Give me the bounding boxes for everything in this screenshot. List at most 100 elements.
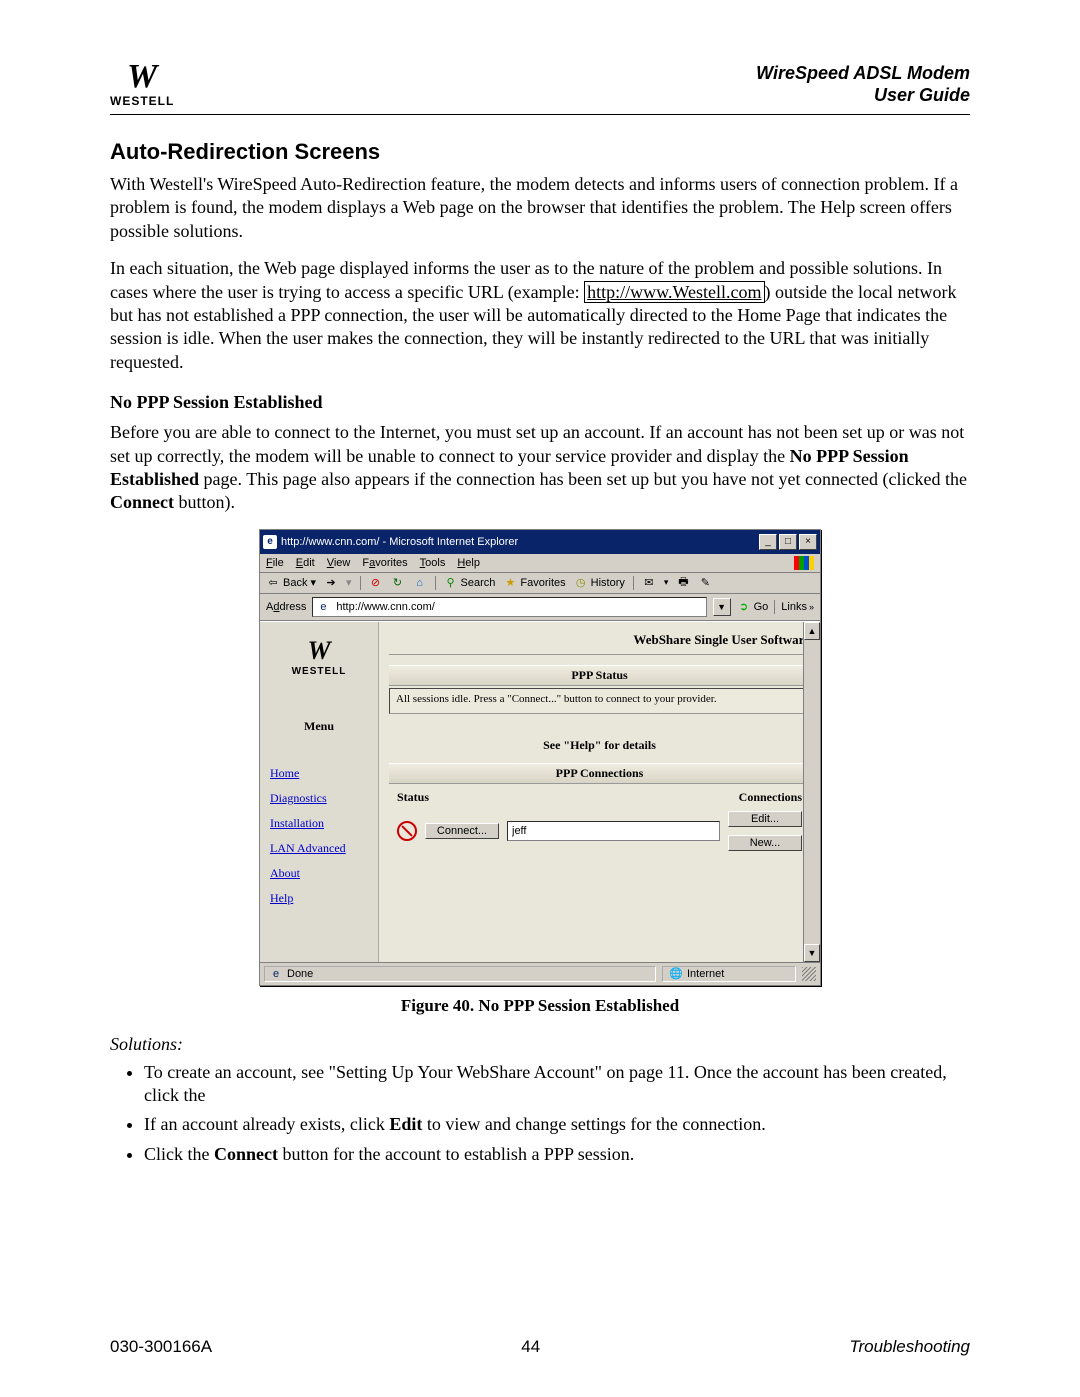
browser-toolbar: ⇦Back ▾ ➔ ▾ ⊘ ↻ ⌂ ⚲Search ★Favorites ◷Hi… xyxy=(260,573,820,594)
browser-titlebar: e http://www.cnn.com/ - Microsoft Intern… xyxy=(260,530,820,554)
links-label: Links xyxy=(781,601,807,613)
doc-title-line1: WireSpeed ADSL Modem xyxy=(756,63,970,83)
nav-home[interactable]: Home xyxy=(270,766,368,781)
no-ppp-paragraph: Before you are able to connect to the In… xyxy=(110,421,970,515)
menu-tools[interactable]: Tools xyxy=(420,557,446,569)
webshare-logo-text: WESTELL xyxy=(292,666,347,677)
solution-item-3: Click the Connect button for the account… xyxy=(144,1143,970,1166)
col-connections: Connections xyxy=(739,790,802,805)
address-dropdown[interactable]: ▼ xyxy=(713,598,731,616)
back-button[interactable]: ⇦Back ▾ xyxy=(266,576,316,590)
address-bar-row: Address e ▼ ➲Go Links » xyxy=(260,594,820,621)
s2c: to view and change settings for the conn… xyxy=(422,1114,765,1134)
address-input[interactable] xyxy=(334,600,702,614)
back-icon: ⇦ xyxy=(266,576,280,590)
menu-view[interactable]: View xyxy=(327,557,351,569)
new-button[interactable]: New... xyxy=(728,835,802,851)
links-button[interactable]: Links » xyxy=(781,601,814,613)
p3d: Connect xyxy=(110,492,174,512)
browser-content: W WESTELL Menu Home Diagnostics Installa… xyxy=(260,621,820,962)
page-header: W WESTELL WireSpeed ADSL Modem User Guid… xyxy=(110,60,970,115)
browser-statusbar: e Done 🌐 Internet xyxy=(260,962,820,985)
stop-button[interactable]: ⊘ xyxy=(369,576,383,590)
address-input-wrap[interactable]: e xyxy=(312,597,706,617)
intro-paragraph-1: With Westell's WireSpeed Auto-Redirectio… xyxy=(110,173,970,243)
sidebar-menu-label: Menu xyxy=(260,692,378,762)
maximize-button[interactable]: □ xyxy=(779,534,797,550)
favorites-icon: ★ xyxy=(503,576,517,590)
home-button[interactable]: ⌂ xyxy=(413,576,427,590)
go-label: Go xyxy=(754,601,769,613)
webshare-sidebar: W WESTELL Menu Home Diagnostics Installa… xyxy=(260,622,379,962)
favorites-label: Favorites xyxy=(520,577,565,589)
webshare-main: WebShare Single User Software PPP Status… xyxy=(379,622,820,962)
page-footer: 030-300166A 44 Troubleshooting xyxy=(110,1337,970,1357)
scroll-up-icon[interactable]: ▲ xyxy=(804,622,820,640)
nav-installation[interactable]: Installation xyxy=(270,816,368,831)
p3c: page. This page also appears if the conn… xyxy=(199,469,967,489)
internet-zone-icon: 🌐 xyxy=(669,967,683,981)
footer-page-number: 44 xyxy=(521,1337,540,1357)
done-icon: e xyxy=(269,967,283,981)
connect-button[interactable]: Connect... xyxy=(425,823,499,839)
ppp-status-text: All sessions idle. Press a "Connect..." … xyxy=(389,688,810,714)
go-icon: ➲ xyxy=(737,600,751,614)
nav-about[interactable]: About xyxy=(270,866,368,881)
connection-row: Connect... Edit... New... xyxy=(397,811,802,851)
status-idle-icon xyxy=(397,821,417,841)
edit-button[interactable]: ✎ xyxy=(698,576,712,590)
favorites-button[interactable]: ★Favorites xyxy=(503,576,565,590)
browser-menubar: File Edit View Favorites Tools Help xyxy=(260,554,820,573)
resize-grip-icon[interactable] xyxy=(802,967,816,981)
solution-item-2: If an account already exists, click Edit… xyxy=(144,1113,970,1136)
print-button[interactable]: 🖶 xyxy=(676,576,690,590)
nav-diagnostics[interactable]: Diagnostics xyxy=(270,791,368,806)
mail-button[interactable]: ✉ xyxy=(642,576,656,590)
intro-paragraph-2: In each situation, the Web page displaye… xyxy=(110,257,970,374)
webshare-logo: W WESTELL xyxy=(260,622,378,692)
solutions-list: To create an account, see "Setting Up Yo… xyxy=(144,1061,970,1167)
history-label: History xyxy=(591,577,625,589)
nav-help[interactable]: Help xyxy=(270,891,368,906)
menu-file[interactable]: File xyxy=(266,557,284,569)
doc-title-line2: User Guide xyxy=(874,85,970,105)
webshare-logo-icon: W xyxy=(307,636,330,666)
westell-logo-text: WESTELL xyxy=(110,94,174,108)
back-label: Back xyxy=(283,577,307,589)
refresh-button[interactable]: ↻ xyxy=(391,576,405,590)
minimize-button[interactable]: _ xyxy=(759,534,777,550)
vertical-scrollbar[interactable]: ▲ ▼ xyxy=(803,622,820,962)
example-url-link[interactable]: http://www.Westell.com xyxy=(584,281,764,303)
search-button[interactable]: ⚲Search xyxy=(444,576,496,590)
p3e: button). xyxy=(174,492,235,512)
forward-button[interactable]: ➔ xyxy=(324,576,338,590)
solutions-label: Solutions: xyxy=(110,1034,970,1055)
history-icon: ◷ xyxy=(574,576,588,590)
edit-button[interactable]: Edit... xyxy=(728,811,802,827)
s3a: Click the xyxy=(144,1144,214,1164)
s2b: Edit xyxy=(389,1114,422,1134)
no-ppp-sub-heading: No PPP Session Established xyxy=(110,392,970,413)
close-button[interactable]: × xyxy=(799,534,817,550)
see-help-text: See "Help" for details xyxy=(389,738,810,753)
s3c: button for the account to establish a PP… xyxy=(278,1144,634,1164)
document-title: WireSpeed ADSL Modem User Guide xyxy=(756,62,970,107)
menu-help[interactable]: Help xyxy=(457,557,480,569)
menu-favorites[interactable]: Favorites xyxy=(362,557,407,569)
figure-40: e http://www.cnn.com/ - Microsoft Intern… xyxy=(110,529,970,1016)
webshare-title: WebShare Single User Software xyxy=(389,628,810,655)
figure-caption: Figure 40. No PPP Session Established xyxy=(110,996,970,1016)
go-button[interactable]: ➲Go xyxy=(737,600,769,614)
ppp-connections-heading: PPP Connections xyxy=(389,763,810,784)
scroll-down-icon[interactable]: ▼ xyxy=(804,944,820,962)
connection-name-input[interactable] xyxy=(507,821,720,841)
nav-lan-advanced[interactable]: LAN Advanced xyxy=(270,841,368,856)
westell-logo-icon: W xyxy=(127,60,157,94)
s3b: Connect xyxy=(214,1144,278,1164)
menu-edit[interactable]: Edit xyxy=(296,557,315,569)
window-title: http://www.cnn.com/ - Microsoft Internet… xyxy=(281,536,518,548)
history-button[interactable]: ◷History xyxy=(574,576,625,590)
ie-icon: e xyxy=(263,535,277,549)
col-status: Status xyxy=(397,790,429,805)
westell-logo: W WESTELL xyxy=(110,60,174,108)
